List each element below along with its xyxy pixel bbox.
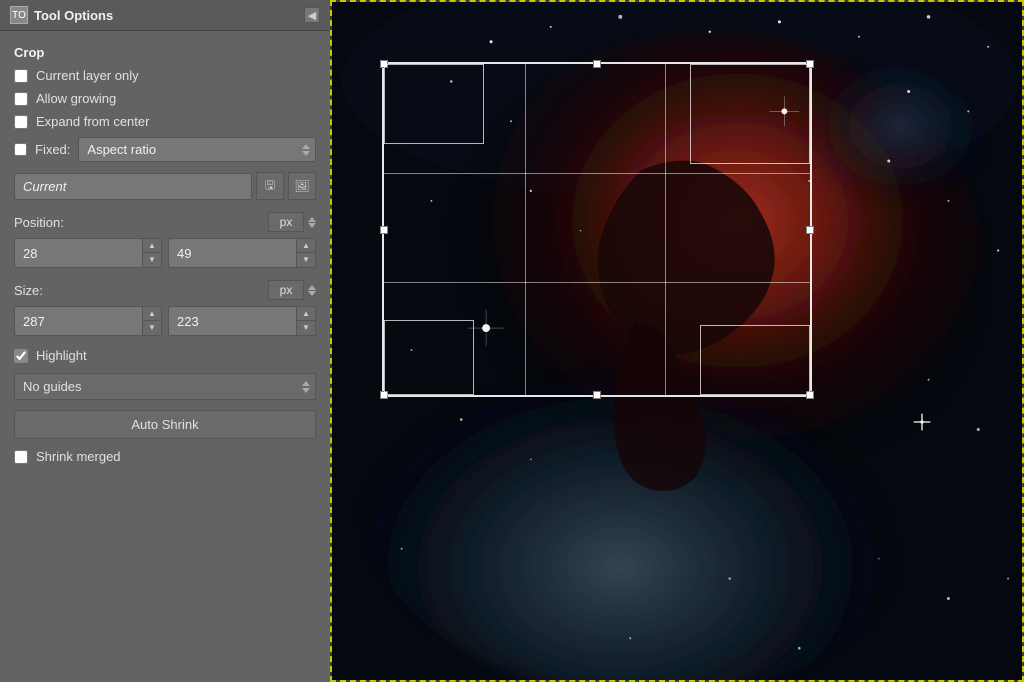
size-h-down[interactable]: ▼ (297, 321, 315, 335)
crop-cursor-icon (912, 410, 932, 434)
crop-section-title: Crop (14, 45, 316, 60)
current-layer-checkbox[interactable] (14, 69, 28, 83)
tool-options-panel: TO Tool Options ◀ Crop Current layer onl… (0, 0, 330, 682)
size-chevron-up (308, 285, 316, 290)
size-unit-select[interactable]: px mm in (268, 280, 304, 300)
size-row: Size: px mm in (14, 280, 316, 300)
fixed-row: Fixed: Aspect ratio Width Height Size (14, 137, 316, 162)
position-row: Position: px mm in (14, 212, 316, 232)
crop-grid-h-bottom (384, 282, 810, 283)
size-w-arrows: ▲ ▼ (142, 307, 161, 335)
cursor-indicator (912, 412, 932, 432)
expand-center-checkbox[interactable] (14, 115, 28, 129)
crop-overlay[interactable] (382, 62, 812, 397)
fixed-checkbox[interactable] (14, 143, 27, 156)
guides-select[interactable]: No guides Center lines Rule of thirds Go… (14, 373, 316, 400)
current-layer-row: Current layer only (14, 68, 316, 83)
current-layer-label: Current layer only (36, 68, 139, 83)
aspect-ratio-select[interactable]: Aspect ratio Width Height Size (78, 137, 316, 162)
sub-rect-tr (690, 64, 810, 164)
size-h-spinner: ▲ ▼ (168, 306, 316, 336)
size-h-input[interactable] (169, 309, 296, 334)
position-y-spinner: ▲ ▼ (168, 238, 316, 268)
crop-grid-h-top (384, 173, 810, 174)
size-h-arrows: ▲ ▼ (296, 307, 315, 335)
panel-header-left: TO Tool Options (10, 6, 113, 24)
position-y-input[interactable] (169, 241, 296, 266)
crop-grid-v-right (665, 64, 666, 395)
position-x-arrows: ▲ ▼ (142, 239, 161, 267)
position-unit-select[interactable]: px mm in (268, 212, 304, 232)
position-unit-chevron (308, 217, 316, 228)
position-y-arrows: ▲ ▼ (296, 239, 315, 267)
highlight-checkbox[interactable] (14, 349, 28, 363)
crop-handle-mr[interactable] (806, 226, 814, 234)
sub-rect-br (700, 325, 810, 395)
crop-grid-v-left (525, 64, 526, 395)
sub-rect-bl (384, 320, 474, 395)
highlight-row: Highlight (14, 348, 316, 363)
save-icon-button[interactable]: 🖫 (256, 172, 284, 200)
panel-content: Crop Current layer only Allow growing Ex… (0, 31, 330, 482)
tool-options-icon: TO (10, 6, 28, 24)
size-unit-wrapper: px mm in (268, 280, 316, 300)
position-y-up[interactable]: ▲ (297, 239, 315, 253)
size-chevron-down (308, 291, 316, 296)
fixed-label: Fixed: (35, 142, 70, 157)
shrink-merged-row: Shrink merged (14, 449, 316, 464)
position-x-spinner: ▲ ▼ (14, 238, 162, 268)
position-y-down[interactable]: ▼ (297, 253, 315, 267)
size-w-input[interactable] (15, 309, 142, 334)
canvas-area[interactable] (330, 0, 1024, 682)
panel-collapse-button[interactable]: ◀ (304, 7, 320, 23)
crop-handle-ml[interactable] (380, 226, 388, 234)
position-spinners-row: ▲ ▼ ▲ ▼ (14, 238, 316, 268)
aspect-ratio-select-wrapper: Aspect ratio Width Height Size (78, 137, 316, 162)
guides-row: No guides Center lines Rule of thirds Go… (14, 373, 316, 400)
allow-growing-row: Allow growing (14, 91, 316, 106)
pos-chevron-up (308, 217, 316, 222)
panel-title: Tool Options (34, 8, 113, 23)
pos-chevron-down (308, 223, 316, 228)
size-label: Size: (14, 283, 43, 298)
position-x-input[interactable] (15, 241, 142, 266)
crop-handle-bm[interactable] (593, 391, 601, 399)
panel-header: TO Tool Options ◀ (0, 0, 330, 31)
expand-center-row: Expand from center (14, 114, 316, 129)
highlight-label: Highlight (36, 348, 87, 363)
current-value-input[interactable] (14, 173, 252, 200)
shrink-merged-checkbox[interactable] (14, 450, 28, 464)
allow-growing-checkbox[interactable] (14, 92, 28, 106)
position-x-up[interactable]: ▲ (143, 239, 161, 253)
sub-rect-tl (384, 64, 484, 144)
image-icon-button[interactable]: 🖼 (288, 172, 316, 200)
position-unit-wrapper: px mm in (268, 212, 316, 232)
crop-handle-tm[interactable] (593, 60, 601, 68)
expand-center-label: Expand from center (36, 114, 149, 129)
position-x-down[interactable]: ▼ (143, 253, 161, 267)
size-unit-chevron (308, 285, 316, 296)
size-w-spinner: ▲ ▼ (14, 306, 162, 336)
size-w-up[interactable]: ▲ (143, 307, 161, 321)
size-spinners-row: ▲ ▼ ▲ ▼ (14, 306, 316, 336)
size-h-up[interactable]: ▲ (297, 307, 315, 321)
shrink-merged-label: Shrink merged (36, 449, 121, 464)
size-w-down[interactable]: ▼ (143, 321, 161, 335)
auto-shrink-button[interactable]: Auto Shrink (14, 410, 316, 439)
allow-growing-label: Allow growing (36, 91, 116, 106)
position-label: Position: (14, 215, 64, 230)
current-row: 🖫 🖼 (14, 172, 316, 200)
